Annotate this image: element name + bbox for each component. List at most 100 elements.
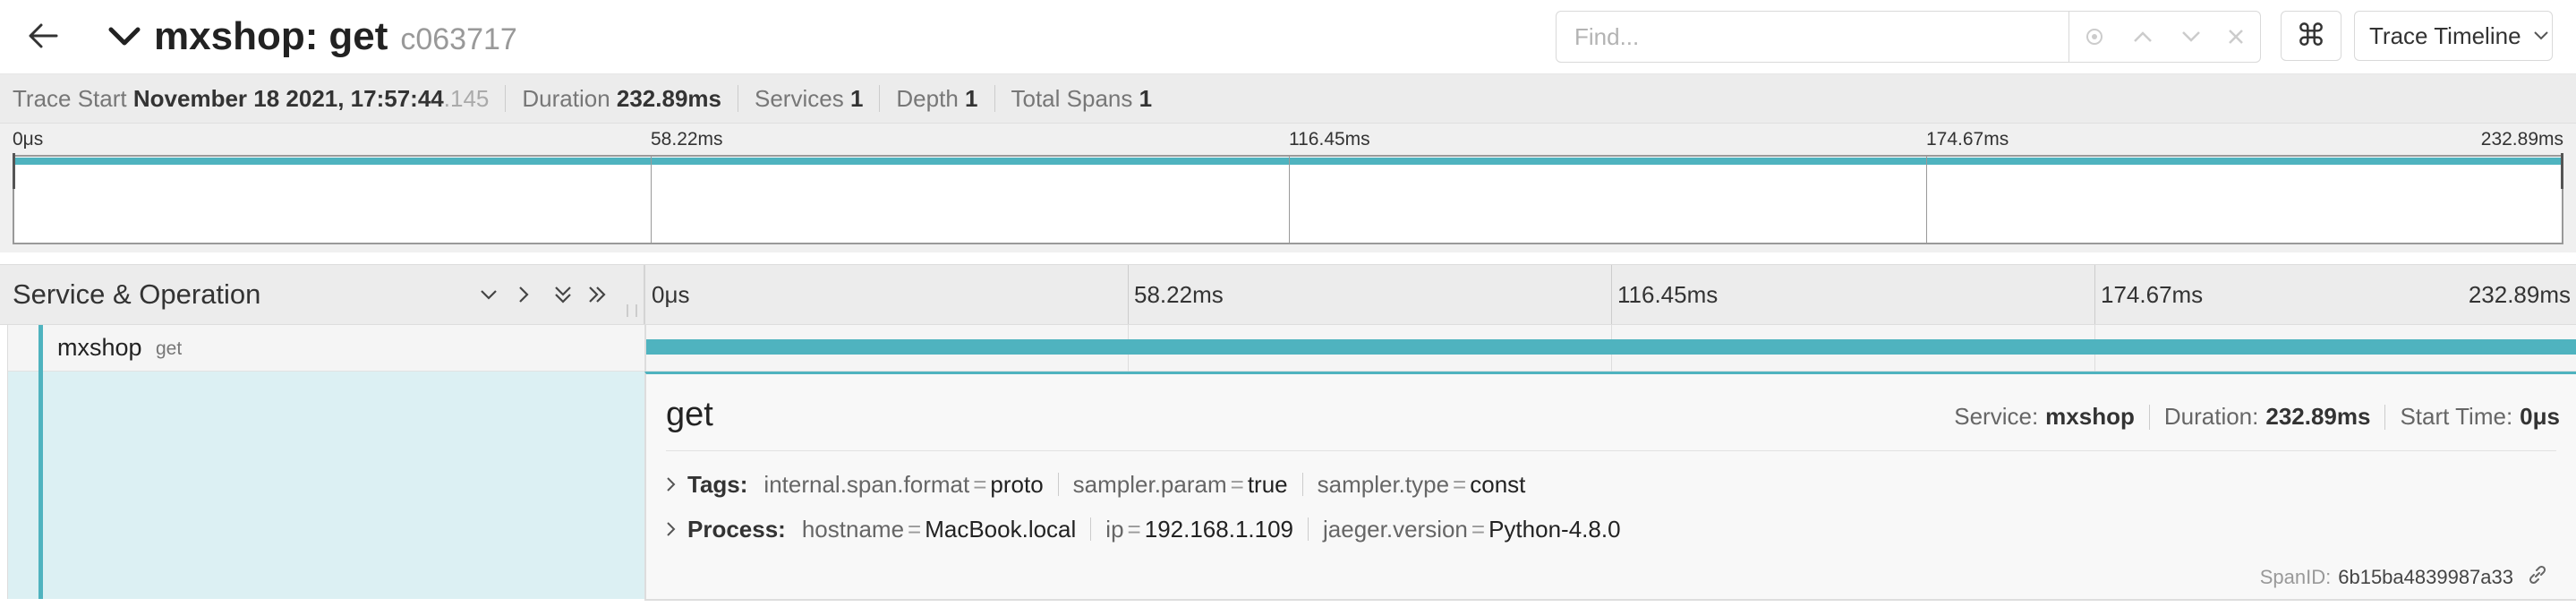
tag-key: internal.span.format <box>763 470 970 498</box>
collapse-trace-button[interactable] <box>104 16 145 57</box>
equals: = <box>908 515 922 543</box>
prev-match-button[interactable] <box>2119 12 2167 62</box>
process-item: jaeger.version = Python-4.8.0 <box>1323 516 1621 543</box>
timeline-gridline <box>1611 265 1612 324</box>
trace-start-ms: .145 <box>443 84 490 112</box>
trace-start-value: November 18 2021, 17:57:44 <box>132 84 444 112</box>
chevron-up-icon <box>2134 31 2152 42</box>
span-detail-gutter <box>0 372 644 607</box>
divider <box>1301 473 1303 496</box>
tag-item: sampler.param = true <box>1073 471 1288 499</box>
minimap-left-handle[interactable] <box>13 153 15 189</box>
duration-label: Duration <box>522 84 610 112</box>
double-chevron-right-icon <box>589 286 606 303</box>
view-select-value: Trace Timeline <box>2369 21 2521 49</box>
depth-value: 1 <box>965 84 978 112</box>
total-spans: Total Spans 1 <box>1011 85 1153 113</box>
tag-item: internal.span.format = proto <box>763 471 1043 499</box>
tag-value: const <box>1470 470 1526 498</box>
timeline-gridline <box>1128 265 1129 324</box>
column-resizer[interactable] <box>627 304 637 317</box>
trace-minimap[interactable]: 0μs 58.22ms 116.45ms 174.67ms 232.89ms <box>0 124 2576 252</box>
trace-id: c063717 <box>400 22 517 56</box>
minimap-canvas[interactable] <box>13 155 2563 244</box>
depth-label: Depth <box>896 84 959 112</box>
process-value: MacBook.local <box>925 515 1077 543</box>
services-label: Services <box>755 84 844 112</box>
span-bar[interactable] <box>646 339 2576 355</box>
trace-start: Trace Start November 18 2021, 17:57:44.1… <box>13 85 489 113</box>
tag-value: proto <box>990 470 1044 498</box>
detail-service-value: mxshop <box>2045 403 2135 430</box>
tag-value: true <box>1247 470 1288 498</box>
link-icon <box>2529 565 2546 585</box>
total-spans-value: 1 <box>1139 84 1153 112</box>
span-detail-panel: get Service: mxshop Duration: 232.89ms S… <box>644 372 2576 599</box>
process-value: 192.168.1.109 <box>1144 515 1294 543</box>
divider <box>505 85 507 112</box>
collapse-all-button[interactable] <box>553 265 573 324</box>
arrow-left-icon <box>29 23 58 48</box>
chevron-right-icon <box>519 286 529 303</box>
minimap-gridline <box>1289 157 1290 243</box>
span-indent <box>0 372 8 607</box>
collapse-one-button[interactable] <box>480 265 498 324</box>
keyboard-shortcuts-button[interactable]: ⌘ <box>2281 11 2341 61</box>
locate-button[interactable] <box>2070 12 2119 62</box>
tag-key: sampler.param <box>1072 470 1227 498</box>
detail-start-value: 0μs <box>2520 403 2560 430</box>
gutter-bottom <box>0 599 644 607</box>
minimap-gridline <box>1926 157 1927 243</box>
process-key: ip <box>1105 515 1124 543</box>
minimap-tick: 116.45ms <box>1289 129 1370 150</box>
clear-search-button[interactable] <box>2212 12 2260 62</box>
tags-row[interactable]: Tags: internal.span.format = proto sampler… <box>666 466 1525 502</box>
search-input[interactable] <box>1557 12 2058 62</box>
expand-one-button[interactable] <box>517 265 530 324</box>
detail-operation: get <box>666 396 713 433</box>
target-icon <box>2086 29 2103 45</box>
find-divider <box>2068 12 2069 62</box>
span-accent <box>38 372 43 607</box>
find-box <box>1556 11 2261 63</box>
timeline-tick: 116.45ms <box>1617 281 1719 308</box>
process-key: hostname <box>801 515 905 543</box>
view-select[interactable]: Trace Timeline <box>2354 11 2553 61</box>
chevron-down-icon <box>2182 31 2200 42</box>
close-icon <box>2229 30 2243 44</box>
process-row[interactable]: Process: hostname = MacBook.local ip = 192.1… <box>666 511 1621 547</box>
process-item: ip = 192.168.1.109 <box>1105 516 1293 543</box>
minimap-right-handle[interactable] <box>2561 153 2563 189</box>
back-button[interactable] <box>7 11 79 61</box>
process-item: hostname = MacBook.local <box>802 516 1076 543</box>
services-value: 1 <box>849 84 864 112</box>
trace-title: mxshop: get c063717 <box>154 11 517 63</box>
divider <box>1308 517 1309 541</box>
divider <box>1090 517 1092 541</box>
chevron-right-icon <box>667 477 676 492</box>
chevron-right-icon <box>667 522 676 536</box>
detail-duration-value: 232.89ms <box>2265 403 2371 430</box>
divider <box>879 85 881 112</box>
divider <box>2384 404 2386 430</box>
trace-service: mxshop: <box>154 14 319 58</box>
next-match-button[interactable] <box>2167 12 2215 62</box>
duration-value: 232.89ms <box>616 84 721 112</box>
command-icon: ⌘ <box>2296 19 2326 53</box>
tag-key: sampler.type <box>1317 470 1450 498</box>
span-service-name[interactable]: mxshop <box>57 325 142 370</box>
trace-header: mxshop: get c063717 ⌘ Trace Timeline <box>0 0 2576 74</box>
span-row[interactable]: mxshop get <box>0 325 2576 372</box>
trace-summary: Trace Start November 18 2021, 17:57:44.1… <box>0 74 2576 124</box>
copy-link-button[interactable] <box>2526 563 2549 592</box>
expand-all-button[interactable] <box>587 265 607 324</box>
timeline-tick: 232.89ms <box>2468 281 2571 308</box>
span-id: SpanID: 6b15ba4839987a33 <box>2260 563 2549 592</box>
trace-operation: get <box>328 14 388 58</box>
minimap-tick: 58.22ms <box>651 129 723 150</box>
tags-label: Tags: <box>687 470 748 498</box>
timeline-tick: 58.22ms <box>1134 281 1224 308</box>
tag-item: sampler.type = const <box>1318 471 1526 499</box>
span-id-label: SpanID: <box>2259 566 2332 588</box>
double-chevron-down-icon <box>555 286 571 304</box>
